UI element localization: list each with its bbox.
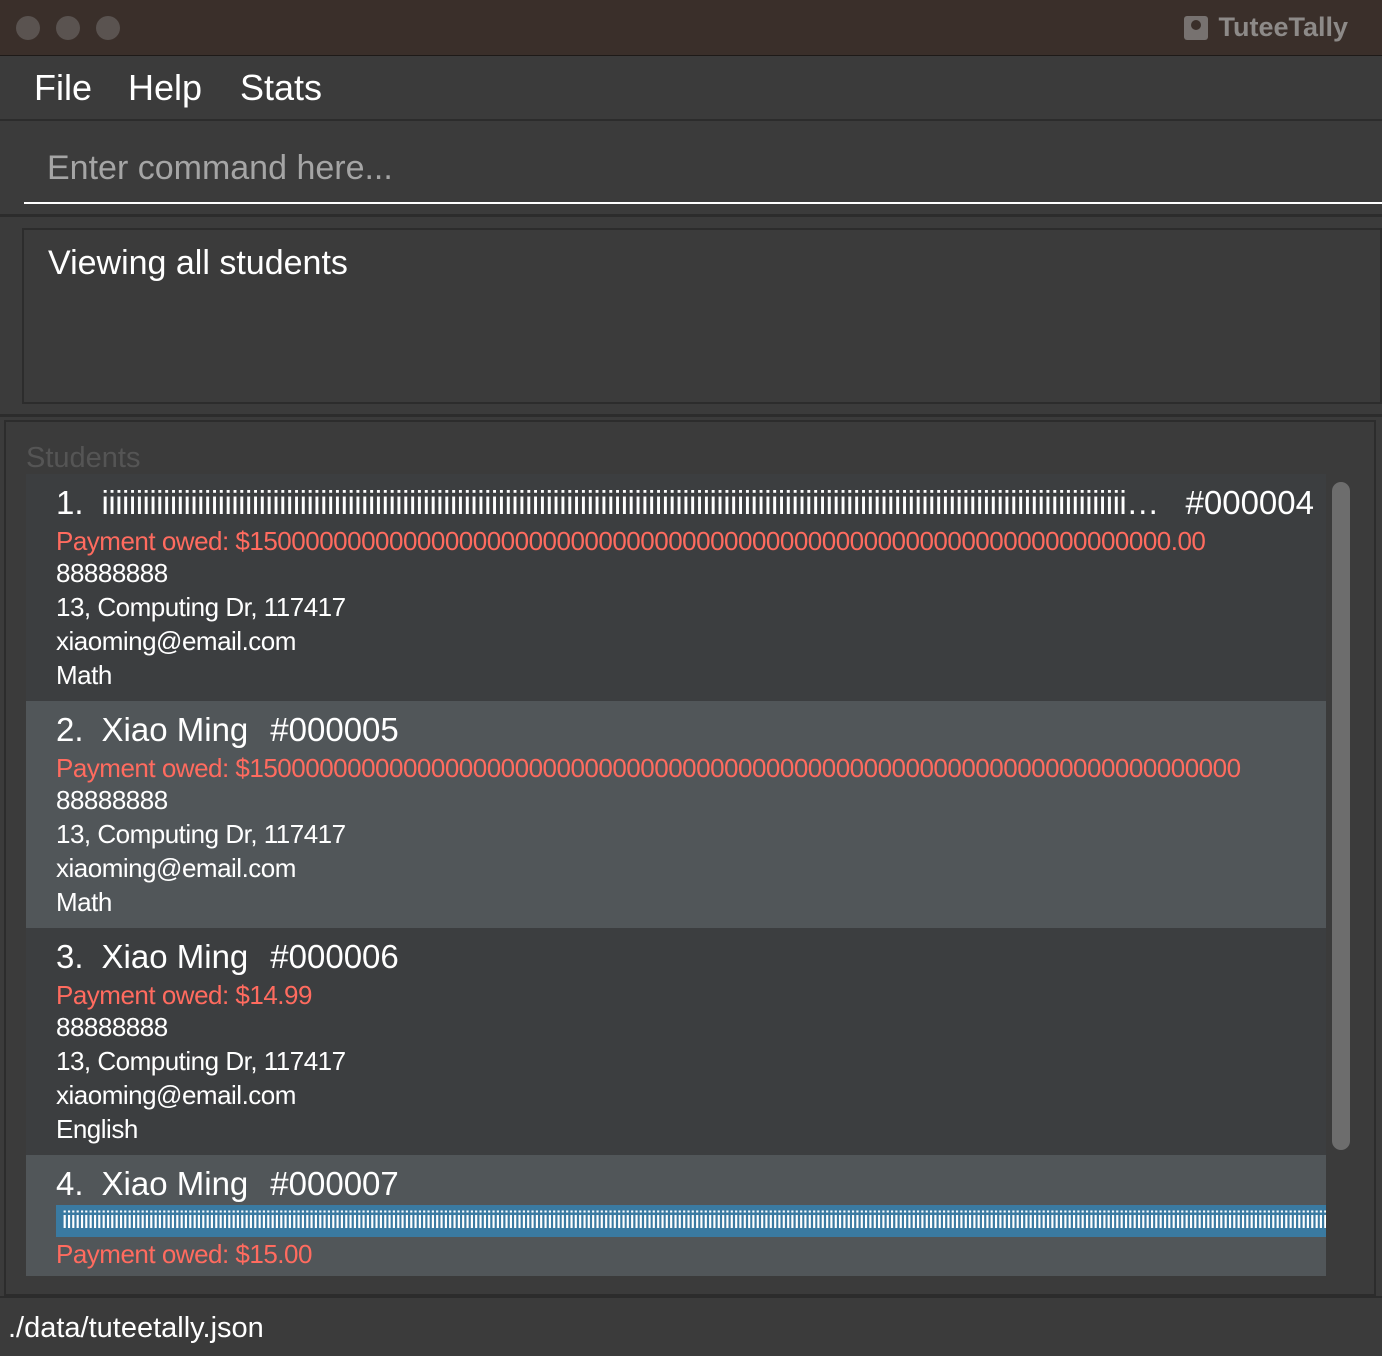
command-input[interactable] xyxy=(24,134,1382,202)
menu-bar: File Help Stats xyxy=(0,57,1382,121)
student-index: 1. xyxy=(56,484,84,521)
student-name: Xiao Ming xyxy=(101,1165,249,1202)
student-email: xiaoming@email.com xyxy=(56,853,296,883)
student-phone: 88888888 xyxy=(56,785,168,815)
student-subject: English xyxy=(56,1114,138,1144)
student-index: 2. xyxy=(56,711,84,748)
student-list-panel: Students 1. iiiiiiiiiiiiiiiiiiiiiiiiiiii… xyxy=(4,420,1376,1296)
window-title-text: TuteeTally xyxy=(1218,12,1348,42)
student-name: Xiao Ming xyxy=(101,711,249,748)
title-bar: TuteeTally xyxy=(0,0,1382,56)
contact-card-icon xyxy=(1184,15,1209,40)
window-title: TuteeTally xyxy=(1184,12,1348,43)
student-name: iiiiiiiiiiiiiiiiiiiiiiiiiiiiiiiiiiiiiiii… xyxy=(101,484,1160,521)
student-phone: 88888888 xyxy=(56,1012,168,1042)
menu-stats[interactable]: Stats xyxy=(240,67,322,109)
divider xyxy=(0,214,1382,217)
student-id: #000006 xyxy=(270,938,399,975)
student-card[interactable]: 3. Xiao Ming #000006 Payment owed: $14.9… xyxy=(26,928,1326,1155)
student-id: #000005 xyxy=(270,711,399,748)
data-file-path: ./data/tuteetally.json xyxy=(8,1312,264,1344)
payment-owed: Payment owed: $1500000000000000000000000… xyxy=(56,753,1241,783)
student-address: 13, Computing Dr, 117417 xyxy=(56,819,346,849)
student-header: 3. Xiao Ming #000006 xyxy=(56,938,1314,976)
student-list[interactable]: 1. iiiiiiiiiiiiiiiiiiiiiiiiiiiiiiiiiiiii… xyxy=(26,474,1326,1276)
student-address: 13, Computing Dr, 117417 xyxy=(56,592,346,622)
student-subject: Math xyxy=(56,660,112,690)
student-list-title: Students xyxy=(26,442,141,474)
student-id: #000007 xyxy=(270,1165,399,1202)
divider xyxy=(0,414,1382,417)
student-subject: Math xyxy=(56,887,112,917)
student-card[interactable]: 4. Xiao Ming #000007 iiiiiiiiiiiiiiiiiii… xyxy=(26,1155,1326,1276)
payment-owed: Payment owed: $15.00 xyxy=(56,1239,312,1269)
student-email: xiaoming@email.com xyxy=(56,1080,296,1110)
student-header: 1. iiiiiiiiiiiiiiiiiiiiiiiiiiiiiiiiiiiii… xyxy=(56,484,1314,522)
student-phone: 88888888 xyxy=(56,558,168,588)
result-message: Viewing all students xyxy=(48,244,348,282)
zoom-window-button[interactable] xyxy=(96,16,120,40)
student-tag: iiiiiiiiiiiiiiiiiiiiiiiiiiiiiiiiiiiiiiii… xyxy=(56,1205,1326,1237)
status-bar: ./data/tuteetally.json xyxy=(0,1296,1382,1356)
student-id: #000004 xyxy=(1185,484,1314,521)
student-index: 4. xyxy=(56,1165,84,1202)
student-list-scrollbar[interactable] xyxy=(1332,482,1350,1150)
student-index: 3. xyxy=(56,938,84,975)
minimize-window-button[interactable] xyxy=(56,16,80,40)
menu-help[interactable]: Help xyxy=(128,67,202,109)
student-name: Xiao Ming xyxy=(101,938,249,975)
result-display: Viewing all students xyxy=(22,228,1382,404)
student-email: xiaoming@email.com xyxy=(56,626,296,656)
scrollbar-thumb[interactable] xyxy=(1332,482,1350,1150)
student-card[interactable]: 1. iiiiiiiiiiiiiiiiiiiiiiiiiiiiiiiiiiiii… xyxy=(26,474,1326,701)
payment-owed: Payment owed: $1500000000000000000000000… xyxy=(56,526,1206,556)
student-card[interactable]: 2. Xiao Ming #000005 Payment owed: $1500… xyxy=(26,701,1326,928)
student-header: 2. Xiao Ming #000005 xyxy=(56,711,1314,749)
student-address: 13, Computing Dr, 117417 xyxy=(56,1046,346,1076)
student-header: 4. Xiao Ming #000007 xyxy=(56,1165,1314,1203)
payment-owed: Payment owed: $14.99 xyxy=(56,980,312,1010)
menu-file[interactable]: File xyxy=(34,67,92,109)
command-box xyxy=(24,134,1382,204)
close-window-button[interactable] xyxy=(16,16,40,40)
